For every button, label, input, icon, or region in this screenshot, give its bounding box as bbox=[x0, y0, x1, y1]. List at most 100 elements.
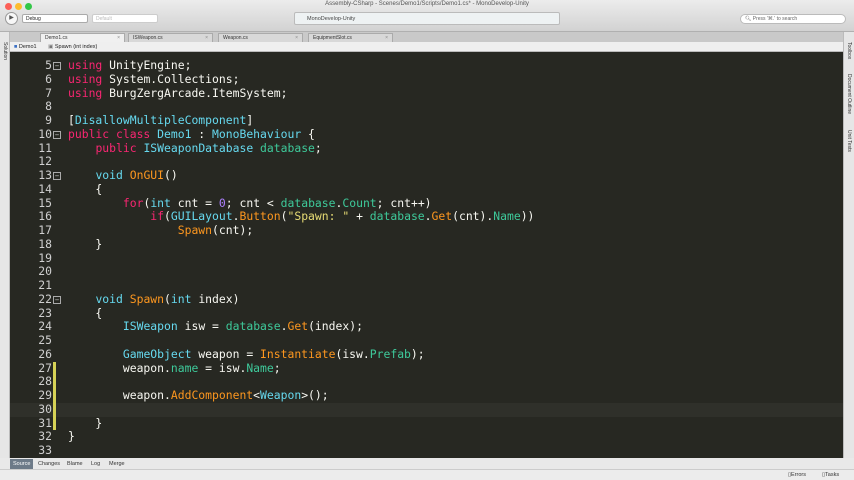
tab-source[interactable]: Source bbox=[10, 459, 34, 469]
document-outline-pad[interactable]: Document Outline bbox=[846, 74, 852, 114]
tab-equipmentslot[interactable]: EquipmentSlot.cs × bbox=[308, 33, 393, 42]
code-token: Name bbox=[246, 360, 274, 375]
code-line[interactable]: 21 bbox=[10, 278, 843, 293]
code-text: } bbox=[68, 236, 103, 252]
code-text: Spawn(cnt); bbox=[68, 223, 253, 238]
code-line[interactable]: 15 for(int cnt = 0; cnt < database.Count… bbox=[10, 195, 843, 211]
code-line[interactable]: 16 if(GUILayout.Button("Spawn: " + datab… bbox=[10, 209, 843, 224]
status-text: MonoDevelop-Unity bbox=[307, 16, 356, 22]
code-token: Weapon bbox=[260, 388, 302, 402]
line-number: 23 bbox=[38, 305, 52, 320]
line-number: 5 bbox=[45, 58, 52, 72]
platform-select[interactable]: Default bbox=[92, 14, 158, 23]
line-number: 9 bbox=[45, 113, 52, 127]
code-line[interactable]: 32} bbox=[10, 429, 843, 444]
code-line[interactable]: 23 { bbox=[10, 305, 843, 321]
line-number: 24 bbox=[38, 319, 52, 334]
line-number: 12 bbox=[38, 154, 52, 169]
code-token: ; bbox=[273, 360, 281, 375]
code-line[interactable]: 27 weapon.name = isw.Name; bbox=[10, 360, 843, 376]
fold-toggle-icon[interactable]: − bbox=[53, 130, 61, 139]
code-line[interactable]: 18 } bbox=[10, 236, 843, 252]
code-token: AddComponent bbox=[170, 388, 254, 402]
line-number: 17 bbox=[38, 223, 52, 237]
code-token: database bbox=[369, 209, 425, 224]
code-token: database bbox=[260, 140, 315, 155]
code-line[interactable]: 24 ISWeapon isw = database.Get(index); bbox=[10, 319, 843, 334]
code-line[interactable]: 19 bbox=[10, 250, 843, 266]
code-text: for(int cnt = 0; cnt < database.Count; c… bbox=[68, 196, 432, 211]
tab-isweapon[interactable]: ISWeapon.cs × bbox=[128, 33, 213, 42]
unit-tests-pad[interactable]: Unit Tests bbox=[846, 130, 852, 152]
code-editor[interactable]: 5− using UnityEngine; 6 using System.Collec… bbox=[10, 52, 843, 458]
code-token: BurgZergArcade.ItemSystem; bbox=[102, 85, 288, 100]
tab-blame[interactable]: Blame bbox=[64, 459, 86, 469]
breadcrumb-method[interactable]: Spawn (int index) bbox=[55, 44, 98, 50]
code-line[interactable]: 25 bbox=[10, 333, 843, 348]
status-bar: ▯Errors ▯Tasks bbox=[0, 470, 854, 480]
code-line[interactable]: 31 } bbox=[10, 416, 843, 431]
code-line[interactable]: 28 bbox=[10, 374, 843, 389]
tab-merge[interactable]: Merge bbox=[106, 459, 128, 469]
code-line[interactable]: 12 bbox=[10, 154, 843, 169]
tab-demo1[interactable]: Demo1.cs × bbox=[40, 33, 125, 42]
code-line[interactable]: 22− void Spawn(int index) bbox=[10, 291, 843, 307]
code-line[interactable]: 29 weapon.AddComponent<Weapon>(); bbox=[10, 388, 843, 403]
code-token: weapon = bbox=[191, 346, 261, 361]
code-token: GUILayout bbox=[170, 209, 233, 224]
code-token: >(); bbox=[301, 388, 329, 402]
solution-pad-label[interactable]: Solution bbox=[2, 42, 8, 60]
fold-toggle-icon[interactable]: − bbox=[53, 172, 61, 180]
run-button[interactable]: ▶ bbox=[5, 12, 18, 25]
code-line[interactable]: 26 GameObject weapon = Instantiate(isw.P… bbox=[10, 346, 843, 362]
code-token: MonoBehaviour bbox=[212, 126, 302, 141]
breadcrumb-class[interactable]: Demo1 bbox=[19, 44, 37, 50]
fold-toggle-icon[interactable]: − bbox=[53, 62, 61, 70]
code-line[interactable]: 14 { bbox=[10, 182, 843, 197]
code-line[interactable]: 33 bbox=[10, 443, 843, 458]
code-line[interactable]: 11 public ISWeaponDatabase database; bbox=[10, 140, 843, 156]
code-token: name bbox=[170, 360, 199, 375]
tab-log[interactable]: Log bbox=[88, 459, 103, 469]
line-number: 21 bbox=[38, 278, 52, 292]
line-number: 27 bbox=[38, 360, 52, 375]
errors-button[interactable]: ▯Errors bbox=[788, 471, 806, 479]
toolbox-pad[interactable]: Toolbox bbox=[846, 42, 852, 59]
code-line[interactable]: 30 bbox=[10, 401, 843, 417]
code-token: Spawn bbox=[177, 223, 213, 237]
code-token: ISWeaponDatabase bbox=[143, 140, 254, 155]
line-number: 30 bbox=[38, 401, 52, 416]
modified-marker bbox=[53, 416, 56, 431]
code-line[interactable]: 20 bbox=[10, 264, 843, 279]
search-input[interactable]: 🔍︎ Press '⌘.' to search bbox=[740, 14, 846, 24]
code-token: . bbox=[280, 319, 288, 334]
code-token: isw = bbox=[177, 319, 226, 334]
line-number: 10 bbox=[38, 126, 52, 141]
code-line[interactable]: 5− using UnityEngine; bbox=[10, 58, 843, 73]
code-line[interactable]: 6 using System.Collections; bbox=[10, 72, 843, 87]
code-token: Spawn bbox=[129, 291, 165, 306]
code-token: void bbox=[95, 168, 123, 182]
line-number: 32 bbox=[38, 429, 52, 444]
code-line[interactable]: 17 Spawn(cnt); bbox=[10, 223, 843, 238]
code-line[interactable]: 9 [DisallowMultipleComponent] bbox=[10, 113, 843, 128]
code-token: [ bbox=[68, 113, 75, 127]
configuration-select[interactable]: Debug bbox=[22, 14, 88, 23]
code-token: } bbox=[68, 236, 103, 251]
class-icon: ■ bbox=[14, 44, 18, 50]
tab-changes[interactable]: Changes bbox=[35, 459, 63, 469]
code-line[interactable]: 10− public class Demo1 : MonoBehaviour { bbox=[10, 126, 843, 142]
line-number: 19 bbox=[38, 250, 52, 265]
fold-toggle-icon[interactable]: − bbox=[53, 295, 61, 304]
tasks-button[interactable]: ▯Tasks bbox=[822, 471, 839, 479]
code-token: weapon. bbox=[68, 360, 171, 375]
code-line[interactable]: 13− void OnGUI() bbox=[10, 168, 843, 183]
tab-weapon[interactable]: Weapon.cs × bbox=[218, 33, 303, 42]
code-line[interactable]: 8 bbox=[10, 99, 843, 114]
code-line[interactable]: 7 using BurgZergArcade.ItemSystem; bbox=[10, 85, 843, 101]
code-token: int bbox=[170, 291, 192, 306]
line-number: 15 bbox=[38, 195, 52, 210]
solution-pad[interactable]: Solution bbox=[0, 32, 10, 458]
